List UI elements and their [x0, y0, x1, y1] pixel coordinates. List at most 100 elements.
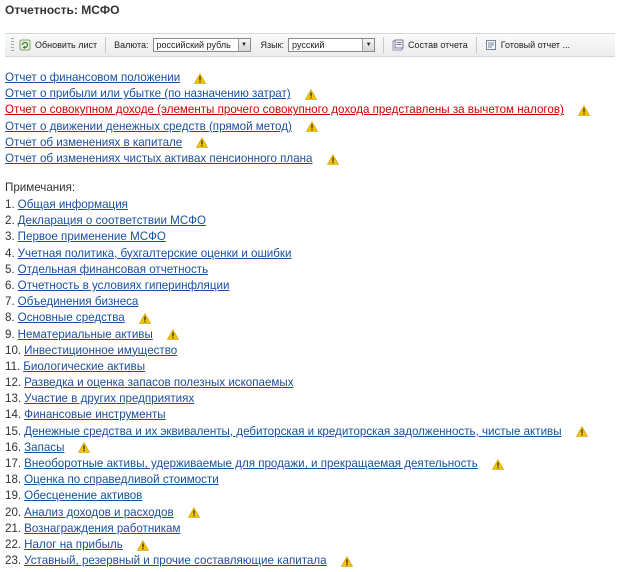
report-row: Отчет о совокупном доходе (элементы проч… — [5, 102, 590, 118]
note-row: 23. Уставный, резервный и прочие составля… — [5, 553, 588, 569]
report-row: Отчет о движении денежных средств (прямо… — [5, 119, 590, 135]
refresh-sheet-button[interactable]: Обновить лист — [19, 39, 97, 51]
note-row: 4. Учетная политика, бухгалтерские оценки… — [5, 246, 588, 262]
note-link[interactable]: Финансовые инструменты — [24, 407, 166, 423]
note-row: 10. Инвестиционное имущество — [5, 343, 588, 359]
toolbar-separator — [383, 37, 385, 53]
chevron-down-icon[interactable]: ▼ — [237, 39, 250, 51]
note-link[interactable]: Денежные средства и их эквиваленты, деби… — [24, 424, 561, 440]
report-row: Отчет об изменениях в капитале — [5, 135, 590, 151]
refresh-sheet-label: Обновить лист — [35, 40, 98, 50]
note-number: 1. — [5, 198, 15, 211]
warning-triangle-icon — [491, 458, 504, 470]
note-row: 6. Отчетность в условиях гиперинфляции — [5, 278, 588, 294]
notes-heading: Примечания: — [5, 181, 76, 194]
note-link[interactable]: Декларация о соответствии МСФО — [18, 213, 206, 229]
note-row: 11. Биологические активы — [5, 359, 588, 375]
report-composition-label: Состав отчета — [408, 40, 468, 50]
language-label: Язык: — [260, 40, 285, 50]
note-row: 22. Налог на прибыль — [5, 537, 588, 553]
warning-triangle-icon — [187, 507, 200, 518]
note-number: 13. — [5, 392, 22, 406]
warning-triangle-icon — [138, 312, 151, 324]
note-number: 12. — [5, 376, 22, 390]
note-row: 8. Основные средства — [5, 310, 588, 326]
warning-triangle-icon — [305, 121, 318, 132]
note-link[interactable]: Внеоборотные активы, удерживаемые для пр… — [24, 456, 478, 472]
report-link[interactable]: Отчет об изменениях чистых активах пенси… — [5, 151, 313, 167]
note-link[interactable]: Обесценение активов — [24, 488, 142, 504]
note-row: 21. Вознаграждения работникам — [5, 521, 588, 537]
note-number: 4. — [5, 246, 15, 260]
note-row: 3. Первое применение МСФО — [5, 229, 588, 245]
report-link[interactable]: Отчет о совокупном доходе (элементы проч… — [5, 102, 564, 118]
report-composition-button[interactable]: Состав отчета — [392, 39, 468, 51]
report-link[interactable]: Отчет об изменениях в капитале — [5, 135, 182, 151]
note-link[interactable]: Анализ доходов и расходов — [24, 505, 174, 521]
note-link[interactable]: Первое применение МСФО — [18, 229, 166, 245]
currency-value: российский рубль — [156, 40, 231, 50]
note-row: 1. Общая информация — [5, 197, 588, 213]
toolbar-separator — [105, 37, 107, 53]
note-number: 6. — [5, 278, 15, 292]
warning-triangle-icon — [78, 442, 91, 454]
note-row: 20. Анализ доходов и расходов — [5, 505, 588, 521]
note-number: 11. — [5, 359, 21, 373]
warning-triangle-icon — [575, 426, 588, 437]
note-link[interactable]: Оценка по справедливой стоимости — [24, 472, 219, 488]
note-number: 18. — [5, 473, 22, 487]
note-number: 7. — [5, 295, 15, 309]
note-number: 15. — [5, 424, 22, 438]
ready-report-label: Готовый отчет ... — [500, 40, 571, 50]
note-number: 5. — [5, 262, 15, 276]
warning-triangle-icon — [304, 88, 317, 100]
note-number: 21. — [5, 521, 22, 535]
note-link[interactable]: Инвестиционное имущество — [24, 343, 177, 359]
note-link[interactable]: Отчетность в условиях гиперинфляции — [18, 278, 230, 294]
note-row: 18. Оценка по справедливой стоимости — [5, 472, 588, 488]
report-link[interactable]: Отчет о финансовом положении — [5, 70, 180, 86]
toolbar: Обновить лист Валюта: российский рубль ▼… — [5, 33, 615, 57]
note-row: 14. Финансовые инструменты — [5, 407, 588, 423]
report-row: Отчет о прибыли или убытке (по назначени… — [5, 86, 590, 102]
note-number: 19. — [5, 489, 22, 503]
toolbar-separator — [475, 37, 477, 53]
note-number: 16. — [5, 440, 22, 454]
ready-report-icon — [485, 40, 496, 50]
note-link[interactable]: Основные средства — [18, 310, 125, 326]
ready-report-button[interactable]: Готовый отчет ... — [485, 39, 570, 51]
language-select[interactable]: русский ▼ — [288, 38, 376, 52]
warning-triangle-icon — [196, 137, 209, 149]
note-link[interactable]: Объединения бизнеса — [18, 294, 139, 310]
note-number: 3. — [5, 230, 15, 244]
note-link[interactable]: Биологические активы — [23, 359, 145, 375]
note-link[interactable]: Участие в других предприятиях — [24, 391, 194, 407]
report-composition-icon — [392, 39, 404, 51]
note-link[interactable]: Запасы — [24, 440, 64, 456]
note-link[interactable]: Налог на прибыль — [24, 537, 123, 553]
report-link[interactable]: Отчет о движении денежных средств (прямо… — [5, 119, 292, 135]
note-link[interactable]: Нематериальные активы — [18, 327, 153, 343]
report-link[interactable]: Отчет о прибыли или убытке (по назначени… — [5, 86, 291, 102]
note-number: 10. — [5, 343, 22, 357]
note-number: 14. — [5, 408, 22, 422]
language-value: русский — [292, 40, 325, 50]
chevron-down-icon[interactable]: ▼ — [362, 39, 375, 51]
currency-select[interactable]: российский рубль ▼ — [152, 38, 251, 52]
note-link[interactable]: Отдельная финансовая отчетность — [18, 262, 208, 278]
note-link[interactable]: Учетная политика, бухгалтерские оценки и… — [18, 246, 292, 262]
note-link[interactable]: Уставный, резервный и прочие составляющи… — [24, 553, 326, 569]
note-row: 12. Разведка и оценка запасов полезных ис… — [5, 375, 588, 391]
report-row: Отчет об изменениях чистых активах пенси… — [5, 151, 590, 167]
toolbar-grip-handle[interactable] — [11, 38, 14, 52]
note-row: 7. Объединения бизнеса — [5, 294, 588, 310]
currency-label: Валюта: — [114, 40, 149, 50]
refresh-icon — [19, 39, 31, 51]
note-link[interactable]: Общая информация — [18, 197, 128, 213]
notes-list: 1. Общая информация 2. Декларация о соответ… — [5, 197, 588, 569]
note-number: 20. — [5, 505, 22, 519]
note-link[interactable]: Разведка и оценка запасов полезных ископ… — [24, 375, 293, 391]
note-number: 2. — [5, 214, 15, 228]
note-link[interactable]: Вознаграждения работникам — [24, 521, 180, 537]
note-row: 5. Отдельная финансовая отчетность — [5, 262, 588, 278]
